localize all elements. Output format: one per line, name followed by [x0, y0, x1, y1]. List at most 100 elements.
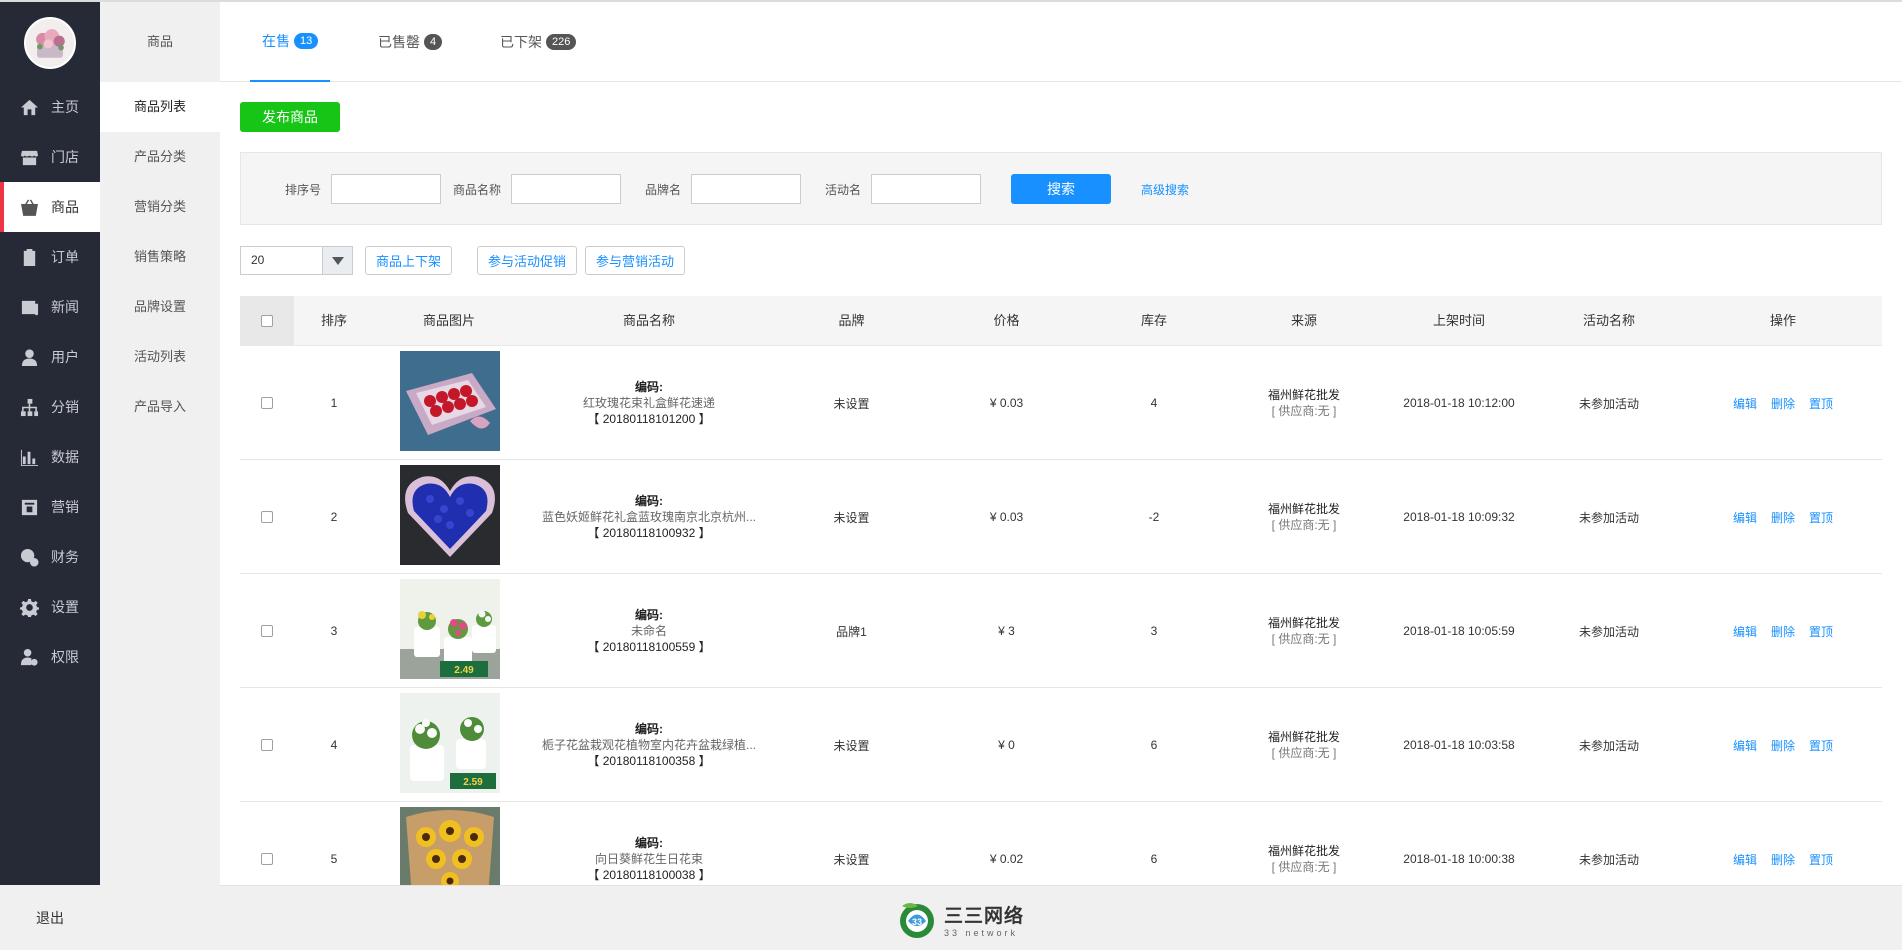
- delete-link[interactable]: 删除: [1771, 737, 1795, 754]
- sort-number-input[interactable]: [331, 174, 441, 204]
- edit-link[interactable]: 编辑: [1733, 851, 1757, 868]
- delete-link[interactable]: 删除: [1771, 623, 1795, 640]
- edit-link[interactable]: 编辑: [1733, 509, 1757, 526]
- cell-stock: -2: [1148, 510, 1160, 524]
- source-cell: 福州鲜花批发 [ 供应商:无 ]: [1224, 460, 1384, 574]
- source-name: 福州鲜花批发: [1267, 502, 1340, 516]
- product-name: 栀子花盆栽观花植物室内花卉盆栽绿植...: [541, 738, 756, 752]
- operations-cell: 编辑 删除 置顶: [1684, 688, 1882, 802]
- nav-item-11[interactable]: 设置: [0, 582, 100, 632]
- pin-top-link[interactable]: 置顶: [1809, 737, 1833, 754]
- cell-activity: 未参加活动: [1578, 738, 1639, 753]
- nav-item-7[interactable]: 分销: [0, 382, 100, 432]
- nav-item-label: 财务: [51, 549, 79, 565]
- row-checkbox[interactable]: [261, 739, 273, 751]
- source-cell: 福州鲜花批发 [ 供应商:无 ]: [1224, 346, 1384, 460]
- product-image[interactable]: [400, 351, 500, 451]
- avatar[interactable]: [24, 17, 76, 69]
- store-icon: [19, 147, 39, 167]
- clipboard-icon: [19, 247, 39, 267]
- nav-item-6[interactable]: 用户: [0, 332, 100, 382]
- pin-top-link[interactable]: 置顶: [1809, 851, 1833, 868]
- nav-item-1[interactable]: 主页: [0, 82, 100, 132]
- product-image[interactable]: [400, 465, 500, 565]
- header-listing-time: 上架时间: [1432, 313, 1485, 328]
- edit-link[interactable]: 编辑: [1733, 395, 1757, 412]
- tab-off-shelf[interactable]: 已下架 226: [488, 2, 588, 82]
- toggle-shelf-button[interactable]: 商品上下架: [365, 246, 453, 275]
- brand-name-input[interactable]: [691, 174, 801, 204]
- edit-link[interactable]: 编辑: [1733, 623, 1757, 640]
- subnav-item-sales-strategy[interactable]: 销售策略: [100, 232, 220, 282]
- join-promotion-button[interactable]: 参与活动促销: [477, 246, 578, 275]
- page-size-select[interactable]: 20: [240, 246, 353, 275]
- pin-top-link[interactable]: 置顶: [1809, 623, 1833, 640]
- cell-activity: 未参加活动: [1578, 396, 1639, 411]
- product-image[interactable]: 2.49: [400, 579, 500, 679]
- activity-name-input[interactable]: [871, 174, 981, 204]
- pin-top-link[interactable]: 置顶: [1809, 395, 1833, 412]
- source-cell: 福州鲜花批发 [ 供应商:无 ]: [1224, 688, 1384, 802]
- nav-item-2[interactable]: 门店: [0, 132, 100, 182]
- header-source: 来源: [1290, 313, 1317, 328]
- header-price: 价格: [993, 313, 1020, 328]
- search-button[interactable]: 搜索: [1011, 174, 1111, 204]
- code-label: 编码:: [635, 836, 663, 850]
- row-checkbox[interactable]: [261, 853, 273, 865]
- permission-icon: [19, 647, 39, 667]
- source-name: 福州鲜花批发: [1267, 730, 1340, 744]
- product-table: 排序 商品图片 商品名称 品牌 价格 库存 来源 上架时间 活动名称 操作 编码…: [240, 296, 1882, 916]
- nav-item-label: 营销: [51, 499, 79, 515]
- nav-item-label: 数据: [51, 449, 79, 465]
- nav-item-label: 主页: [51, 99, 79, 115]
- delete-link[interactable]: 删除: [1771, 395, 1795, 412]
- product-name-cell: 编码: 蓝色妖姬鲜花礼盒蓝玫瑰南京北京杭州... 【 20180118100932 …: [524, 460, 774, 574]
- subnav-item-product-category[interactable]: 产品分类: [100, 132, 220, 182]
- delete-link[interactable]: 删除: [1771, 851, 1795, 868]
- logout-button[interactable]: 退出: [0, 885, 100, 950]
- select-all-checkbox[interactable]: [261, 315, 273, 327]
- footer: 33 三三网络 33 network: [220, 885, 1902, 950]
- product-image[interactable]: 2.59: [400, 693, 500, 793]
- subnav-item-marketing-category[interactable]: 营销分类: [100, 182, 220, 232]
- edit-link[interactable]: 编辑: [1733, 737, 1757, 754]
- brand-name-label: 品牌名: [645, 183, 682, 197]
- pin-top-link[interactable]: 置顶: [1809, 509, 1833, 526]
- join-marketing-button[interactable]: 参与营销活动: [585, 246, 686, 275]
- cell-time: 2018-01-18 10:12:00: [1403, 396, 1515, 410]
- row-checkbox[interactable]: [261, 511, 273, 523]
- nav-item-5[interactable]: 新闻: [0, 282, 100, 332]
- product-name-label: 商品名称: [453, 183, 502, 197]
- chevron-down-icon[interactable]: [322, 247, 352, 274]
- publish-product-button[interactable]: 发布商品: [240, 102, 340, 132]
- subnav-item-brand-settings[interactable]: 品牌设置: [100, 282, 220, 332]
- nav-item-8[interactable]: 数据: [0, 432, 100, 482]
- header-activity: 活动名称: [1582, 313, 1635, 328]
- main-sidebar: 主页门店 商品 订单 新闻 用户 分销数据营销财务设置 权限: [0, 0, 100, 950]
- page-size-value: 20: [251, 253, 265, 267]
- nav-item-9[interactable]: 营销: [0, 482, 100, 532]
- subnav-item-product-list[interactable]: 商品列表: [100, 82, 220, 132]
- tab-on-sale[interactable]: 在售 13: [250, 2, 331, 82]
- product-name: 向日葵鲜花生日花束: [594, 852, 703, 866]
- cell-activity: 未参加活动: [1578, 510, 1639, 525]
- supplier-text: [ 供应商:无 ]: [1271, 746, 1337, 760]
- row-checkbox[interactable]: [261, 625, 273, 637]
- tab-sold-out[interactable]: 已售罄 4: [366, 2, 454, 82]
- nav-item-3[interactable]: 商品: [0, 182, 100, 232]
- nav-item-4[interactable]: 订单: [0, 232, 100, 282]
- main-content: 在售 13 已售罄 4 已下架 226 发布商品 排序号 商品名称 品牌名 活动…: [220, 0, 1902, 916]
- row-checkbox[interactable]: [261, 397, 273, 409]
- delete-link[interactable]: 删除: [1771, 509, 1795, 526]
- nav-item-12[interactable]: 权限: [0, 632, 100, 682]
- subnav-item-activity-list[interactable]: 活动列表: [100, 332, 220, 382]
- cell-sort: 3: [330, 624, 338, 638]
- operations-cell: 编辑 删除 置顶: [1684, 346, 1882, 460]
- header-operations: 操作: [1769, 313, 1796, 328]
- subnav-item-product-import[interactable]: 产品导入: [100, 382, 220, 432]
- product-code: 【 20180118101200 】: [587, 412, 711, 426]
- advanced-search-link[interactable]: 高级搜索: [1141, 181, 1189, 198]
- product-name-cell: 编码: 未命名【 20180118100559 】: [524, 574, 774, 688]
- nav-item-10[interactable]: 财务: [0, 532, 100, 582]
- product-name-input[interactable]: [511, 174, 621, 204]
